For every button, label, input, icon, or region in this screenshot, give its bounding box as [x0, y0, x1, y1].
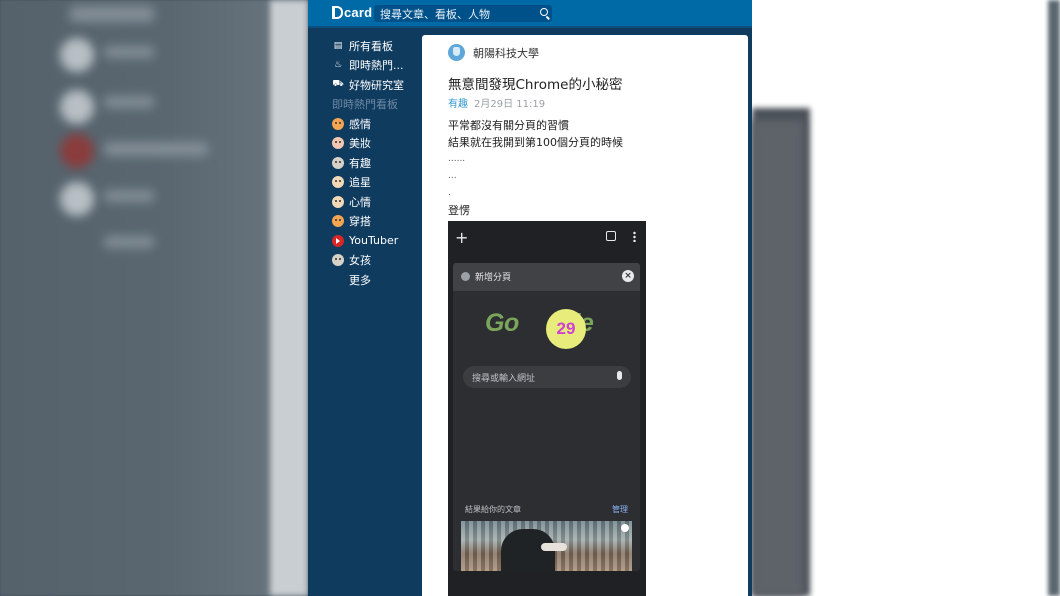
- blurred-background-right: [752, 0, 1060, 596]
- embedded-phone-screenshot: + 新增分頁 × Gogle 29 搜尋或輸入網址 結果給你的文章: [448, 221, 646, 596]
- post-date: 2月29日 11:19: [474, 99, 546, 110]
- boards-icon: ▤: [333, 40, 343, 51]
- blurred-background-left: [0, 0, 308, 596]
- post-line: 平常都沒有關分頁的習慣: [448, 119, 569, 132]
- sidebar-item-dressup[interactable]: 穿搭: [332, 212, 418, 232]
- tab-count-doodle: 29: [546, 309, 586, 349]
- search-bar[interactable]: 搜尋文章、看板、人物: [374, 5, 552, 22]
- sidebar-item-idol[interactable]: 追星: [332, 173, 418, 193]
- mood-emoji-icon: [332, 195, 344, 208]
- microphone-icon: [617, 371, 622, 380]
- youtube-icon: [332, 234, 344, 247]
- post-line: ...: [448, 171, 457, 181]
- sidebar-section-title: 即時熱門看板: [332, 97, 398, 111]
- feed-article-image: [461, 521, 632, 571]
- kebab-menu-icon: [633, 231, 636, 242]
- sidebar-item-mood[interactable]: 心情: [332, 192, 418, 212]
- sidebar-item-all-boards[interactable]: ▤ 所有看板: [332, 36, 418, 56]
- funny-emoji-icon: [332, 156, 344, 169]
- post-author[interactable]: 朝陽科技大學: [448, 44, 539, 61]
- tab-card-header: 新增分頁 ×: [453, 263, 640, 291]
- idol-emoji-icon: [332, 176, 344, 189]
- post-title: 無意間發現Chrome的小秘密: [448, 77, 623, 93]
- camera-icon: [621, 524, 629, 532]
- makeup-emoji-icon: [332, 137, 344, 150]
- feed-heading: 結果給你的文章: [465, 505, 521, 514]
- chrome-favicon-icon: [461, 272, 470, 281]
- sidebar-item-youtuber[interactable]: YouTuber: [332, 231, 418, 251]
- tab-switcher-icon: [606, 231, 616, 241]
- dcard-window: card 搜尋文章、看板、人物 ▤ 所有看板 ♨ 即時熱門... ⛟ 好物研究室…: [308, 0, 752, 596]
- plus-icon: +: [455, 228, 469, 247]
- new-tab-page: Gogle 29 搜尋或輸入網址 結果給你的文章 管理: [453, 291, 640, 571]
- chrome-tab-card: 新增分頁 × Gogle 29 搜尋或輸入網址 結果給你的文章 管理: [453, 263, 640, 571]
- post-line: ......: [448, 154, 466, 164]
- post-body: 平常都沒有關分頁的習慣 結果就在我開到第100個分頁的時候 ...... ...…: [448, 117, 623, 219]
- school-name: 朝陽科技大學: [473, 46, 539, 60]
- omnibox: 搜尋或輸入網址: [463, 366, 631, 388]
- post-line: 登愣: [448, 204, 470, 217]
- post-card: 朝陽科技大學 無意間發現Chrome的小秘密 有趣 2月29日 11:19 平常都…: [422, 35, 748, 596]
- dcard-logo[interactable]: card: [332, 5, 372, 20]
- post-board-link[interactable]: 有趣: [448, 99, 468, 110]
- girl-emoji-icon: [332, 254, 344, 267]
- search-icon[interactable]: [540, 8, 548, 16]
- tab-card-title: 新增分頁: [475, 273, 512, 283]
- cart-icon: ⛟: [332, 79, 344, 90]
- close-icon: ×: [622, 270, 634, 282]
- dressup-emoji-icon: [332, 215, 344, 228]
- sidebar-item-trending[interactable]: ♨ 即時熱門...: [332, 56, 418, 76]
- relationship-emoji-icon: [332, 117, 344, 130]
- sidebar-more-link[interactable]: 更多: [332, 270, 418, 290]
- school-avatar-icon: [448, 44, 465, 61]
- post-meta: 有趣 2月29日 11:19: [448, 95, 545, 110]
- omnibox-placeholder: 搜尋或輸入網址: [472, 374, 536, 384]
- post-line: .: [448, 188, 451, 198]
- top-navbar: card 搜尋文章、看板、人物: [308, 0, 752, 28]
- sidebar-item-makeup[interactable]: 美妝: [332, 134, 418, 154]
- post-line: 結果就在我開到第100個分頁的時候: [448, 136, 623, 149]
- sidebar-item-goods-lab[interactable]: ⛟ 好物研究室: [332, 75, 418, 95]
- sidebar: ▤ 所有看板 ♨ 即時熱門... ⛟ 好物研究室 即時熱門看板 感情 美妝 有趣…: [332, 36, 418, 290]
- fire-icon: ♨: [333, 60, 343, 71]
- sidebar-item-girl[interactable]: 女孩: [332, 251, 418, 271]
- feed-manage-link: 管理: [612, 505, 628, 514]
- sidebar-item-funny[interactable]: 有趣: [332, 153, 418, 173]
- search-input[interactable]: 搜尋文章、看板、人物: [380, 6, 490, 22]
- sidebar-item-relationship[interactable]: 感情: [332, 114, 418, 134]
